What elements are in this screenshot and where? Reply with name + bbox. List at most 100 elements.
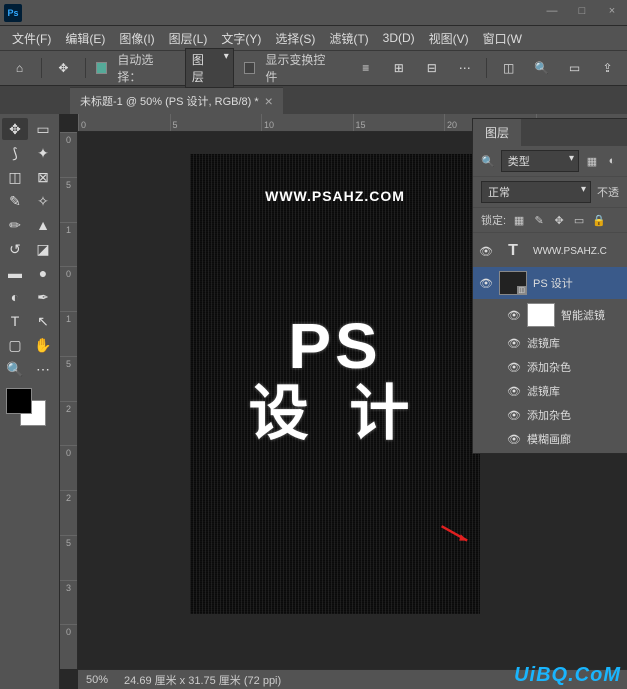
color-swatches[interactable] <box>2 388 48 428</box>
filter-mask-thumb <box>527 303 555 327</box>
crop-tool[interactable]: ◫ <box>2 166 28 188</box>
visibility-icon[interactable]: 👁 <box>507 309 521 322</box>
blur-tool[interactable]: ● <box>30 262 56 284</box>
history-brush-tool[interactable]: ↺ <box>2 238 28 260</box>
align-icon-3[interactable]: ⊟ <box>420 56 443 80</box>
align-icon-1[interactable]: ≡ <box>354 56 377 80</box>
menu-layer[interactable]: 图层(L) <box>163 28 214 49</box>
gradient-tool[interactable]: ▬ <box>2 262 28 284</box>
home-icon[interactable]: ⌂ <box>8 56 31 80</box>
visibility-icon[interactable]: 👁 <box>507 433 521 446</box>
lock-move-icon[interactable]: ✥ <box>552 213 566 227</box>
document-dimensions[interactable]: 24.69 厘米 x 31.75 厘米 (72 ppi) <box>124 672 281 688</box>
type-tool[interactable]: T <box>2 310 28 332</box>
share-icon[interactable]: ⇪ <box>596 56 619 80</box>
foreground-color[interactable] <box>6 388 32 414</box>
layer-row[interactable]: 👁 ◫ PS 设计 <box>473 267 627 299</box>
layers-panel-tab[interactable]: 图层 <box>473 119 521 146</box>
workspace-icon[interactable]: ▭ <box>563 56 586 80</box>
ruler-tick: 2 <box>60 401 77 446</box>
dodge-tool[interactable]: ◐ <box>2 286 28 308</box>
menu-file[interactable]: 文件(F) <box>6 28 57 49</box>
layer-name[interactable]: PS 设计 <box>533 275 573 291</box>
filter-item[interactable]: 👁 添加杂色 <box>473 403 627 427</box>
layer-name: 智能滤镜 <box>561 307 605 323</box>
ruler-tick: 1 <box>60 311 77 356</box>
visibility-icon[interactable]: 👁 <box>507 409 521 422</box>
lock-pixels-icon[interactable]: ▦ <box>512 213 526 227</box>
auto-select-checkbox[interactable] <box>96 62 108 74</box>
stamp-tool[interactable]: ▲ <box>30 214 56 236</box>
canvas-text-line1: PS <box>190 314 480 378</box>
menu-filter[interactable]: 滤镜(T) <box>323 28 374 49</box>
document-canvas[interactable]: WWW.PSAHZ.COM PS 设 计 <box>190 154 480 614</box>
ruler-vertical[interactable]: 0 5 1 0 1 5 2 0 2 5 3 0 <box>60 132 78 669</box>
ruler-tick: 10 <box>261 114 353 131</box>
menu-image[interactable]: 图像(I) <box>113 28 160 49</box>
window-minimize[interactable]: — <box>537 0 567 22</box>
eraser-tool[interactable]: ◪ <box>30 238 56 260</box>
ps-logo: Ps <box>4 4 22 22</box>
menu-3d[interactable]: 3D(D) <box>377 29 421 47</box>
lock-artboard-icon[interactable]: ▭ <box>572 213 586 227</box>
document-tab[interactable]: 未标题-1 @ 50% (PS 设计, RGB/8) * × <box>70 87 283 114</box>
close-tab-icon[interactable]: × <box>265 93 273 109</box>
zoom-tool[interactable]: 🔍 <box>2 358 28 380</box>
smart-filters-row[interactable]: 👁 智能滤镜 <box>473 299 627 331</box>
window-close[interactable]: × <box>597 0 627 22</box>
auto-select-dropdown[interactable]: 图层 <box>185 48 234 88</box>
layer-filter-dropdown[interactable]: 类型 <box>501 150 579 172</box>
filter-item[interactable]: 👁添加杂色 <box>473 355 627 379</box>
search-icon[interactable]: 🔍 <box>530 56 553 80</box>
pen-tool[interactable]: ✒ <box>30 286 56 308</box>
visibility-icon[interactable]: 👁 <box>507 385 521 398</box>
visibility-icon[interactable]: 👁 <box>507 337 521 350</box>
ruler-tick: 15 <box>353 114 445 131</box>
path-tool[interactable]: ↖ <box>30 310 56 332</box>
opacity-label: 不透 <box>597 184 619 200</box>
menu-view[interactable]: 视图(V) <box>423 28 475 49</box>
3d-icon[interactable]: ◫ <box>497 56 520 80</box>
move-tool[interactable]: ✥ <box>2 118 28 140</box>
lock-paint-icon[interactable]: ✎ <box>532 213 546 227</box>
filter-name: 添加杂色 <box>527 407 571 423</box>
visibility-icon[interactable]: 👁 <box>479 277 493 290</box>
hand-tool[interactable]: ✋ <box>30 334 56 356</box>
show-transform-label: 显示变换控件 <box>265 51 334 85</box>
menu-type[interactable]: 文字(Y) <box>215 28 267 49</box>
edit-toolbar[interactable]: ⋯ <box>30 358 56 380</box>
layer-row[interactable]: 👁 T WWW.PSAHZ.C <box>473 235 627 267</box>
menu-edit[interactable]: 编辑(E) <box>59 28 111 49</box>
menu-select[interactable]: 选择(S) <box>269 28 321 49</box>
eyedropper-tool[interactable]: ✎ <box>2 190 28 212</box>
ruler-tick: 2 <box>60 490 77 535</box>
blend-mode-dropdown[interactable]: 正常 <box>481 181 591 203</box>
lasso-tool[interactable]: ⟆ <box>2 142 28 164</box>
brush-tool[interactable]: ✏ <box>2 214 28 236</box>
filter-name: 滤镜库 <box>527 335 560 351</box>
heal-tool[interactable]: ✧ <box>30 190 56 212</box>
show-transform-checkbox[interactable] <box>244 62 256 74</box>
lock-all-icon[interactable]: 🔒 <box>592 213 606 227</box>
move-tool-icon[interactable]: ✥ <box>52 56 75 80</box>
menu-window[interactable]: 窗口(W <box>477 28 528 49</box>
ruler-tick: 5 <box>60 535 77 580</box>
shape-tool[interactable]: ▢ <box>2 334 28 356</box>
frame-tool[interactable]: ⊠ <box>30 166 56 188</box>
visibility-icon[interactable]: 👁 <box>479 245 493 258</box>
align-icon-2[interactable]: ⊞ <box>387 56 410 80</box>
marquee-tool[interactable]: ▭ <box>30 118 56 140</box>
window-maximize[interactable]: □ <box>567 0 597 22</box>
zoom-level[interactable]: 50% <box>86 674 108 686</box>
filter-item[interactable]: 👁 滤镜库 <box>473 331 627 355</box>
filter-name: 模糊画廊 <box>527 431 571 447</box>
filter-item[interactable]: 👁滤镜库 <box>473 379 627 403</box>
filter-item[interactable]: 👁 模糊画廊 <box>473 427 627 451</box>
filter-image-icon[interactable]: ▦ <box>585 154 599 168</box>
filter-adjust-icon[interactable]: ◐ <box>605 154 619 168</box>
wand-tool[interactable]: ✦ <box>30 142 56 164</box>
layer-name[interactable]: WWW.PSAHZ.C <box>533 246 607 257</box>
auto-select-label: 自动选择： <box>117 51 174 85</box>
visibility-icon[interactable]: 👁 <box>507 361 521 374</box>
more-icon[interactable]: ⋯ <box>453 56 476 80</box>
